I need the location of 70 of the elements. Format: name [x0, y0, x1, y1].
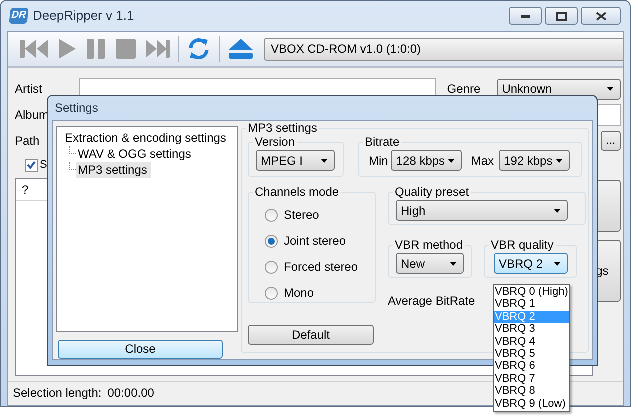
rewind-icon[interactable]: [20, 38, 48, 60]
restore-icon: [556, 12, 567, 20]
caret-icon: [321, 158, 328, 162]
status-label: Selection length:: [13, 384, 102, 402]
tree-item[interactable]: Extraction & encoding settings: [63, 130, 230, 146]
caret-icon: [556, 158, 564, 162]
checkbox-label: S: [40, 158, 48, 173]
caret-icon: [450, 262, 457, 266]
tree-item[interactable]: MP3 settings: [76, 162, 152, 178]
minimize-icon: [521, 14, 530, 18]
radio-button[interactable]: [265, 286, 278, 300]
close-dialog-button[interactable]: Close: [58, 340, 223, 359]
play-icon[interactable]: [57, 38, 77, 60]
group-label: MP3 settings: [247, 121, 318, 135]
radio-button[interactable]: [265, 208, 278, 222]
caret-icon: [448, 158, 456, 162]
field-label: Max: [471, 152, 494, 170]
app-logo: DR: [9, 8, 29, 24]
radio-label: Forced stereo: [284, 259, 358, 276]
radio-label: Stereo: [284, 207, 320, 224]
field-label: Artist: [15, 81, 44, 98]
quality-preset-dropdown[interactable]: High: [396, 200, 568, 221]
radio-button[interactable]: [265, 234, 278, 248]
eject-icon[interactable]: [228, 38, 254, 60]
tree-item[interactable]: WAV & OGG settings: [76, 146, 196, 162]
fast-forward-icon[interactable]: [146, 38, 170, 60]
dropdown-option[interactable]: VBRQ 5: [494, 348, 569, 360]
dropdown-option[interactable]: VBRQ 9 (Low): [494, 398, 569, 410]
dropdown-option[interactable]: VBRQ 0 (High): [494, 286, 569, 298]
caret-icon: [554, 208, 561, 212]
window-title: DeepRipper v 1.1: [33, 7, 134, 26]
group-label: Quality preset: [394, 185, 470, 199]
max-bitrate-dropdown[interactable]: 192 kbps: [499, 150, 570, 171]
close-icon: [596, 12, 606, 20]
group-label: VBR quality: [490, 238, 555, 252]
radio-button[interactable]: [265, 260, 278, 274]
default-button[interactable]: Default: [248, 325, 374, 345]
dropdown-option[interactable]: VBRQ 8: [494, 385, 569, 398]
group-label: Channels mode: [254, 185, 340, 199]
group-label: VBR method: [394, 238, 464, 252]
dropdown-option[interactable]: VBRQ 3: [494, 323, 569, 336]
radio-label: Joint stereo: [284, 233, 346, 250]
field-label: Min: [369, 152, 388, 170]
group-label: Bitrate: [364, 135, 401, 149]
group-label: Version: [254, 135, 296, 149]
average-bitrate-label: Average BitRate: [388, 293, 476, 310]
status-value: 00:00.00: [108, 384, 154, 402]
drive-selector[interactable]: VBOX CD-ROM v1.0 (1:0:0): [264, 38, 623, 60]
dropdown-option[interactable]: VBRQ 7: [494, 372, 569, 386]
close-button[interactable]: [581, 7, 621, 25]
stop-icon[interactable]: [115, 38, 137, 60]
field-label: Genre: [447, 81, 482, 98]
dialog-title: Settings: [55, 100, 98, 117]
version-dropdown[interactable]: MPEG I: [256, 150, 335, 171]
dropdown-option[interactable]: VBRQ 1: [494, 298, 569, 311]
maximize-button[interactable]: [545, 7, 578, 25]
checkbox[interactable]: [25, 158, 38, 172]
vbr-quality-dropdown[interactable]: VBRQ 2: [494, 253, 568, 274]
caret-icon: [607, 87, 614, 91]
vbr-method-dropdown[interactable]: New: [396, 253, 464, 274]
refresh-icon[interactable]: [187, 37, 211, 61]
browse-button[interactable]: ...: [601, 131, 621, 151]
dropdown-option[interactable]: VBRQ 4: [494, 336, 569, 348]
minimize-button[interactable]: [509, 7, 542, 25]
checkmark-icon: [27, 161, 36, 169]
radio-label: Mono: [284, 285, 314, 302]
caret-icon: [554, 262, 561, 266]
min-bitrate-dropdown[interactable]: 128 kbps: [391, 150, 462, 171]
pause-icon[interactable]: [86, 38, 106, 60]
dropdown-option[interactable]: VBRQ 6: [494, 360, 569, 373]
